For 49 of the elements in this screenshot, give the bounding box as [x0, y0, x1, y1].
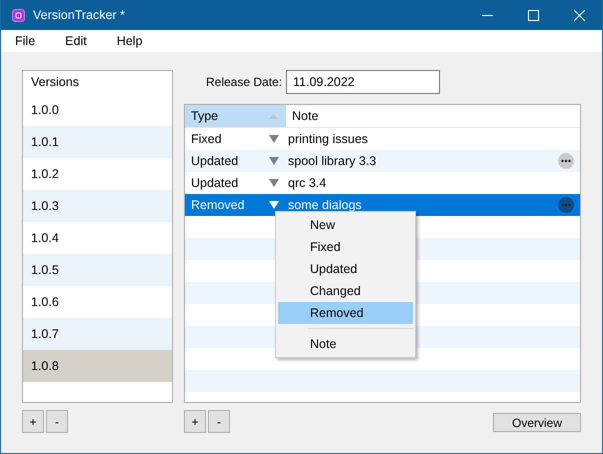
- menu-item[interactable]: Removed: [278, 302, 413, 324]
- version-item[interactable]: 1.0.2: [23, 158, 172, 190]
- note-cell: spool library 3.3: [288, 154, 376, 168]
- menu-item[interactable]: Fixed: [278, 236, 413, 258]
- version-item[interactable]: 1.0.4: [23, 222, 172, 254]
- note-cell: printing issues: [288, 132, 368, 146]
- close-icon[interactable]: [574, 10, 584, 20]
- remove-button[interactable]: -: [208, 410, 230, 433]
- date-field[interactable]: 11.09.2022: [286, 70, 440, 94]
- note-cell: some dialogs: [288, 198, 362, 212]
- caret-icon[interactable]: [269, 135, 279, 143]
- version-item[interactable]: 1.0.1: [23, 126, 172, 158]
- add-button[interactable]: +: [184, 410, 206, 433]
- menu-item[interactable]: New: [278, 214, 413, 236]
- column-header[interactable]: Type: [185, 105, 286, 127]
- remove-button[interactable]: -: [46, 410, 68, 433]
- menu-item[interactable]: Note: [278, 333, 413, 355]
- type-cell-text: Updated: [190, 176, 240, 190]
- more-icon[interactable]: [558, 153, 574, 169]
- version-item[interactable]: 1.0.6: [23, 286, 172, 318]
- caret-icon[interactable]: [269, 157, 279, 165]
- caret-icon[interactable]: [269, 179, 279, 187]
- type-cell-text: Removed: [190, 198, 246, 212]
- menu-item[interactable]: File: [8, 32, 42, 50]
- menu-item[interactable]: Help: [110, 32, 150, 50]
- add-button[interactable]: +: [22, 410, 44, 433]
- field-label: Release Date:: [206, 75, 284, 89]
- note-cell: qrc 3.4: [288, 176, 326, 190]
- app-icon: [12, 8, 25, 22]
- type-cell-text: Updated: [190, 154, 240, 168]
- version-item[interactable]: 1.0.0: [23, 94, 172, 126]
- table-row[interactable]: Updated spool library 3.3: [185, 150, 580, 172]
- menu-item[interactable]: Edit: [58, 32, 94, 50]
- table-row[interactable]: Removed some dialogs: [185, 194, 580, 216]
- menu-item[interactable]: Updated: [278, 258, 413, 280]
- list-header: Versions: [30, 74, 80, 91]
- overview-button[interactable]: Overview: [493, 413, 581, 432]
- column-header[interactable]: Note: [286, 105, 580, 127]
- maximize-icon[interactable]: [528, 10, 538, 20]
- caret-icon[interactable]: [269, 201, 279, 209]
- version-item[interactable]: 1.0.5: [23, 254, 172, 286]
- menu-item[interactable]: Changed: [278, 280, 413, 302]
- window-title: VersionTracker *: [33, 8, 126, 22]
- version-item[interactable]: 1.0.8: [23, 350, 172, 382]
- table-row[interactable]: Fixed printing issues: [185, 128, 580, 150]
- type-cell-text: Fixed: [190, 132, 223, 146]
- version-item[interactable]: 1.0.3: [23, 190, 172, 222]
- table-row[interactable]: Updated qrc 3.4: [185, 172, 580, 194]
- version-item[interactable]: 1.0.7: [23, 318, 172, 350]
